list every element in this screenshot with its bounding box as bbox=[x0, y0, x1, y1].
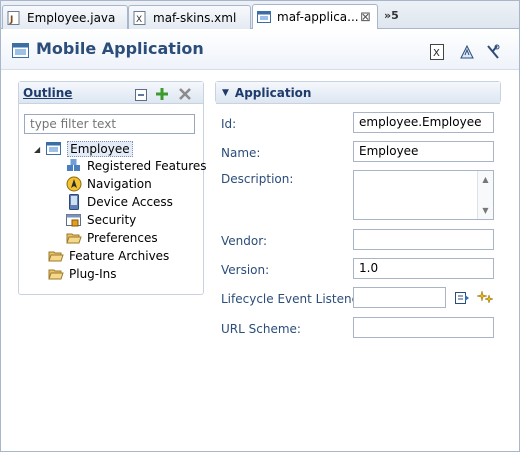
maf-application-icon bbox=[46, 141, 62, 157]
vendor-field[interactable] bbox=[353, 229, 494, 250]
url-scheme-label: URL Scheme: bbox=[221, 322, 301, 336]
tree-item-label: Device Access bbox=[87, 195, 173, 209]
tab-employee-java[interactable]: J Employee.java bbox=[2, 5, 128, 29]
scroll-down-icon[interactable]: ▼ bbox=[478, 206, 493, 215]
deploy-icon[interactable] bbox=[458, 43, 476, 61]
tree-item-label: Feature Archives bbox=[69, 249, 170, 263]
tree-item-security[interactable]: Security bbox=[66, 211, 136, 229]
navigation-icon bbox=[66, 176, 82, 192]
tree-item-employee[interactable]: ◢ Employee bbox=[34, 140, 133, 158]
svg-text:X: X bbox=[136, 15, 142, 25]
cubes-icon bbox=[66, 158, 82, 174]
tree-item-label: Registered Features bbox=[87, 159, 207, 173]
outline-header: Outline bbox=[19, 82, 203, 104]
tree-item-plug-ins[interactable]: Plug-Ins bbox=[48, 265, 117, 283]
lifecycle-label: Lifecycle Event Listener: bbox=[221, 292, 368, 306]
id-label: Id: bbox=[221, 117, 237, 131]
filter-input[interactable] bbox=[24, 114, 195, 134]
add-icon[interactable] bbox=[155, 87, 169, 104]
folder-open-icon bbox=[48, 266, 64, 282]
device-icon bbox=[66, 194, 82, 210]
description-field[interactable]: ▲ ▼ bbox=[353, 170, 494, 220]
tab-maf-application[interactable]: maf-applica... ⊠ bbox=[252, 4, 378, 29]
editor-tab-bar: J Employee.java X maf-skins.xml maf-appl… bbox=[0, 0, 520, 29]
source-view-icon[interactable]: X bbox=[428, 43, 446, 61]
page-title: Mobile Application bbox=[36, 39, 204, 58]
tree-item-label: Navigation bbox=[87, 177, 152, 191]
collapse-arrow-icon[interactable]: ◢ bbox=[34, 145, 40, 154]
tools-icon[interactable] bbox=[484, 43, 502, 61]
xml-file-icon: X bbox=[133, 10, 147, 25]
tab-label: maf-applica... bbox=[277, 10, 359, 24]
tree-item-registered-features[interactable]: Registered Features bbox=[66, 157, 207, 175]
url-scheme-field[interactable] bbox=[353, 317, 494, 338]
name-label: Name: bbox=[221, 146, 261, 160]
tree-item-navigation[interactable]: Navigation bbox=[66, 175, 152, 193]
name-field[interactable]: Employee bbox=[353, 141, 494, 162]
scrollbar[interactable]: ▲ ▼ bbox=[477, 171, 493, 219]
delete-icon[interactable] bbox=[178, 87, 192, 104]
tab-maf-skins-xml[interactable]: X maf-skins.xml bbox=[128, 5, 251, 29]
tab-overflow-button[interactable]: »5 bbox=[384, 9, 399, 22]
create-class-icon[interactable] bbox=[476, 289, 494, 308]
tree-item-label: Security bbox=[87, 213, 137, 227]
tree-item-label: Preferences bbox=[87, 231, 158, 245]
tab-label: maf-skins.xml bbox=[153, 10, 237, 25]
version-label: Version: bbox=[221, 263, 270, 277]
tree-item-device-access[interactable]: Device Access bbox=[66, 193, 173, 211]
id-field[interactable]: employee.Employee bbox=[353, 112, 494, 133]
security-icon bbox=[66, 212, 82, 228]
tab-label: Employee.java bbox=[27, 10, 116, 25]
svg-text:J: J bbox=[9, 15, 13, 25]
outline-title: Outline bbox=[23, 85, 73, 100]
close-icon[interactable]: ⊠ bbox=[360, 10, 371, 25]
java-file-icon: J bbox=[7, 10, 21, 25]
browse-class-icon[interactable] bbox=[454, 290, 470, 309]
tree-item-label: Employee bbox=[67, 141, 133, 157]
scroll-up-icon[interactable]: ▲ bbox=[478, 175, 493, 184]
editor-header: Mobile Application X bbox=[0, 30, 520, 70]
svg-text:X: X bbox=[433, 48, 440, 59]
maf-application-icon bbox=[257, 10, 271, 24]
expand-arrow-icon[interactable]: ▼ bbox=[222, 88, 229, 98]
folder-open-icon bbox=[48, 248, 64, 264]
folder-open-icon bbox=[66, 230, 82, 246]
tree-item-label: Plug-Ins bbox=[69, 267, 117, 281]
tree-item-preferences[interactable]: Preferences bbox=[66, 229, 158, 247]
version-field[interactable]: 1.0 bbox=[353, 258, 494, 279]
description-label: Description: bbox=[221, 172, 294, 186]
maf-application-icon bbox=[12, 42, 29, 59]
application-header[interactable]: ▼ Application bbox=[216, 82, 500, 104]
lifecycle-field[interactable] bbox=[353, 287, 446, 308]
vendor-label: Vendor: bbox=[221, 234, 267, 248]
tree-item-feature-archives[interactable]: Feature Archives bbox=[48, 247, 169, 265]
application-title: Application bbox=[234, 85, 312, 100]
collapse-all-icon[interactable] bbox=[134, 88, 148, 105]
application-section: ▼ Application bbox=[215, 81, 501, 104]
